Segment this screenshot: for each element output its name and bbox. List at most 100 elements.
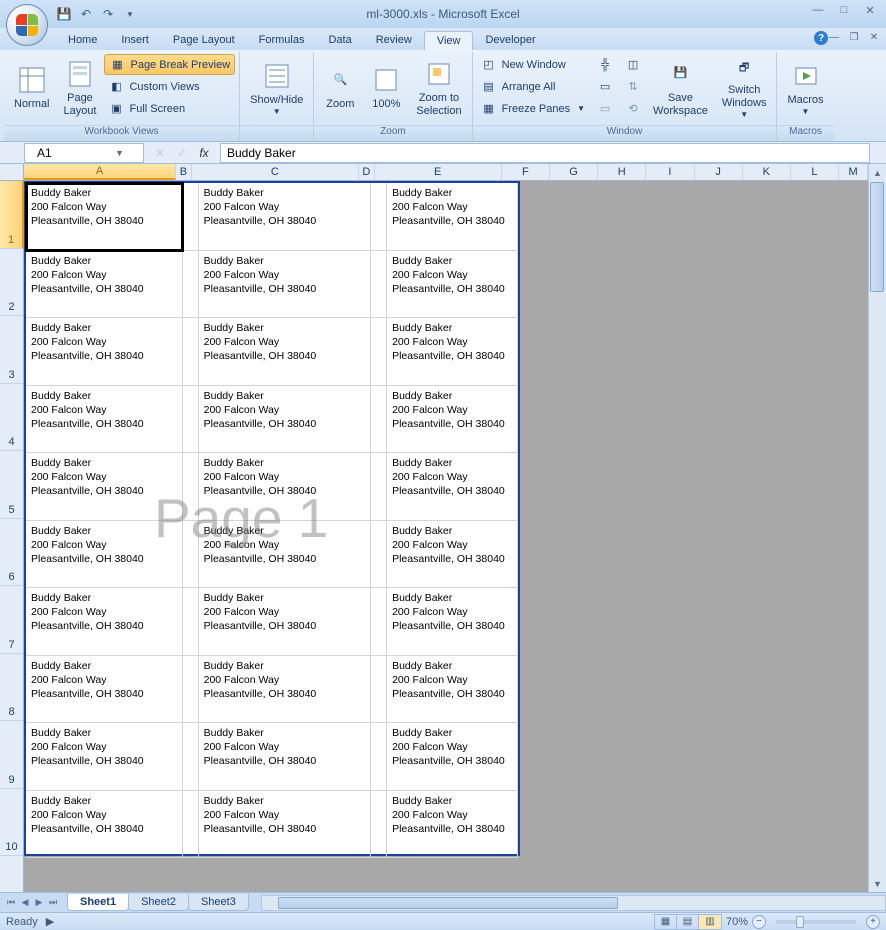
column-header-L[interactable]: L bbox=[791, 164, 839, 180]
sheet-tab-sheet2[interactable]: Sheet2 bbox=[128, 894, 189, 911]
zoom-slider-thumb[interactable] bbox=[796, 916, 804, 928]
cell[interactable]: Buddy Baker200 Falcon WayPleasantville, … bbox=[199, 588, 372, 656]
custom-views-button[interactable]: ◧ Custom Views bbox=[104, 76, 235, 97]
sync-scroll-button[interactable]: ⇅ bbox=[621, 76, 645, 97]
zoom-button[interactable]: 🔍 Zoom bbox=[318, 54, 362, 122]
macro-record-icon[interactable]: ▶ bbox=[46, 915, 54, 928]
cell[interactable] bbox=[371, 791, 387, 859]
cell[interactable] bbox=[183, 588, 199, 656]
tab-review[interactable]: Review bbox=[364, 31, 424, 50]
cell[interactable] bbox=[183, 521, 199, 589]
undo-icon[interactable]: ↶ bbox=[78, 6, 94, 22]
cells-area[interactable]: Buddy Baker200 Falcon WayPleasantville, … bbox=[24, 181, 868, 892]
fx-icon[interactable]: fx bbox=[196, 146, 212, 160]
cell[interactable]: Buddy Baker200 Falcon WayPleasantville, … bbox=[26, 656, 183, 724]
doc-restore-button[interactable]: ❐ bbox=[846, 30, 862, 44]
cell[interactable]: Buddy Baker200 Falcon WayPleasantville, … bbox=[199, 791, 372, 859]
new-window-button[interactable]: ◰New Window bbox=[477, 54, 589, 75]
column-header-E[interactable]: E bbox=[375, 164, 502, 180]
close-button[interactable]: ✕ bbox=[858, 2, 882, 18]
cell[interactable]: Buddy Baker200 Falcon WayPleasantville, … bbox=[26, 183, 183, 251]
zoom-level[interactable]: 70% bbox=[726, 916, 748, 928]
cell[interactable]: Buddy Baker200 Falcon WayPleasantville, … bbox=[199, 453, 372, 521]
qat-dropdown-icon[interactable]: ▼ bbox=[122, 6, 138, 22]
zoom-to-selection-button[interactable]: Zoom to Selection bbox=[410, 54, 467, 122]
cell[interactable]: Buddy Baker200 Falcon WayPleasantville, … bbox=[26, 521, 183, 589]
tab-prev-icon[interactable]: ◀ bbox=[18, 897, 32, 908]
cell[interactable] bbox=[371, 386, 387, 454]
tab-data[interactable]: Data bbox=[316, 31, 363, 50]
zoom-slider[interactable] bbox=[776, 920, 856, 924]
tab-first-icon[interactable]: ⏮ bbox=[4, 897, 18, 908]
cell[interactable]: Buddy Baker200 Falcon WayPleasantville, … bbox=[387, 588, 518, 656]
switch-windows-button[interactable]: 🗗 Switch Windows ▼ bbox=[716, 54, 773, 122]
scroll-thumb[interactable] bbox=[870, 182, 884, 292]
column-header-C[interactable]: C bbox=[192, 164, 360, 180]
cell[interactable]: Buddy Baker200 Falcon WayPleasantville, … bbox=[199, 656, 372, 724]
show-hide-button[interactable]: Show/Hide ▼ bbox=[244, 54, 309, 122]
maximize-button[interactable]: □ bbox=[832, 2, 856, 18]
sheet-tab-sheet3[interactable]: Sheet3 bbox=[188, 894, 249, 911]
row-header-9[interactable]: 9 bbox=[0, 721, 23, 789]
cell[interactable]: Buddy Baker200 Falcon WayPleasantville, … bbox=[199, 521, 372, 589]
cell[interactable] bbox=[371, 453, 387, 521]
scroll-up-icon[interactable]: ▲ bbox=[869, 164, 886, 181]
freeze-panes-button[interactable]: ▦Freeze Panes▼ bbox=[477, 98, 589, 119]
column-header-D[interactable]: D bbox=[359, 164, 374, 180]
cell[interactable] bbox=[371, 251, 387, 319]
cell[interactable]: Buddy Baker200 Falcon WayPleasantville, … bbox=[387, 453, 518, 521]
cell[interactable]: Buddy Baker200 Falcon WayPleasantville, … bbox=[387, 791, 518, 859]
save-icon[interactable]: 💾 bbox=[56, 6, 72, 22]
cell[interactable]: Buddy Baker200 Falcon WayPleasantville, … bbox=[199, 723, 372, 791]
column-header-G[interactable]: G bbox=[550, 164, 598, 180]
cell[interactable]: Buddy Baker200 Falcon WayPleasantville, … bbox=[26, 453, 183, 521]
cell[interactable]: Buddy Baker200 Falcon WayPleasantville, … bbox=[199, 318, 372, 386]
minimize-button[interactable]: — bbox=[806, 2, 830, 18]
formula-input[interactable]: Buddy Baker bbox=[220, 143, 870, 163]
column-header-K[interactable]: K bbox=[743, 164, 791, 180]
cell[interactable]: Buddy Baker200 Falcon WayPleasantville, … bbox=[387, 656, 518, 724]
cell[interactable]: Buddy Baker200 Falcon WayPleasantville, … bbox=[387, 723, 518, 791]
cell[interactable]: Buddy Baker200 Falcon WayPleasantville, … bbox=[26, 251, 183, 319]
column-header-F[interactable]: F bbox=[502, 164, 550, 180]
full-screen-button[interactable]: ▣ Full Screen bbox=[104, 98, 235, 119]
save-workspace-button[interactable]: 💾 Save Workspace bbox=[647, 54, 714, 122]
tab-home[interactable]: Home bbox=[56, 31, 109, 50]
cell[interactable]: Buddy Baker200 Falcon WayPleasantville, … bbox=[26, 386, 183, 454]
enter-formula-icon[interactable]: ✓ bbox=[174, 146, 190, 160]
column-header-M[interactable]: M bbox=[839, 164, 868, 180]
name-box-dropdown-icon[interactable]: ▼ bbox=[84, 148, 143, 158]
cell[interactable]: Buddy Baker200 Falcon WayPleasantville, … bbox=[387, 521, 518, 589]
column-header-B[interactable]: B bbox=[176, 164, 191, 180]
cell[interactable]: Buddy Baker200 Falcon WayPleasantville, … bbox=[26, 723, 183, 791]
cell[interactable]: Buddy Baker200 Falcon WayPleasantville, … bbox=[199, 183, 372, 251]
reset-pos-button[interactable]: ⟲ bbox=[621, 98, 645, 119]
doc-close-button[interactable]: ✕ bbox=[866, 30, 882, 44]
redo-icon[interactable]: ↷ bbox=[100, 6, 116, 22]
vertical-scrollbar[interactable]: ▲ ▼ bbox=[868, 164, 886, 892]
cell[interactable]: Buddy Baker200 Falcon WayPleasantville, … bbox=[26, 318, 183, 386]
cell[interactable]: Buddy Baker200 Falcon WayPleasantville, … bbox=[387, 386, 518, 454]
hide-button[interactable]: ▭ bbox=[593, 76, 617, 97]
cell[interactable] bbox=[183, 453, 199, 521]
row-header-10[interactable]: 10 bbox=[0, 789, 23, 857]
cell[interactable] bbox=[183, 656, 199, 724]
tab-developer[interactable]: Developer bbox=[473, 31, 547, 50]
row-header-7[interactable]: 7 bbox=[0, 586, 23, 654]
row-header-4[interactable]: 4 bbox=[0, 384, 23, 452]
cell[interactable]: Buddy Baker200 Falcon WayPleasantville, … bbox=[26, 588, 183, 656]
unhide-button[interactable]: ▭ bbox=[593, 98, 617, 119]
name-box[interactable]: A1 ▼ bbox=[24, 143, 144, 163]
cell[interactable] bbox=[183, 723, 199, 791]
cell[interactable] bbox=[371, 656, 387, 724]
select-all-corner[interactable] bbox=[0, 164, 24, 181]
cell[interactable] bbox=[371, 723, 387, 791]
tab-next-icon[interactable]: ▶ bbox=[32, 897, 46, 908]
page-break-preview-button[interactable]: ▦ Page Break Preview bbox=[104, 54, 235, 75]
cell[interactable] bbox=[371, 183, 387, 251]
cell[interactable] bbox=[183, 183, 199, 251]
page-layout-button[interactable]: Page Layout bbox=[57, 54, 102, 122]
cell[interactable]: Buddy Baker200 Falcon WayPleasantville, … bbox=[199, 386, 372, 454]
cell[interactable] bbox=[183, 791, 199, 859]
hscroll-thumb[interactable] bbox=[278, 897, 618, 909]
